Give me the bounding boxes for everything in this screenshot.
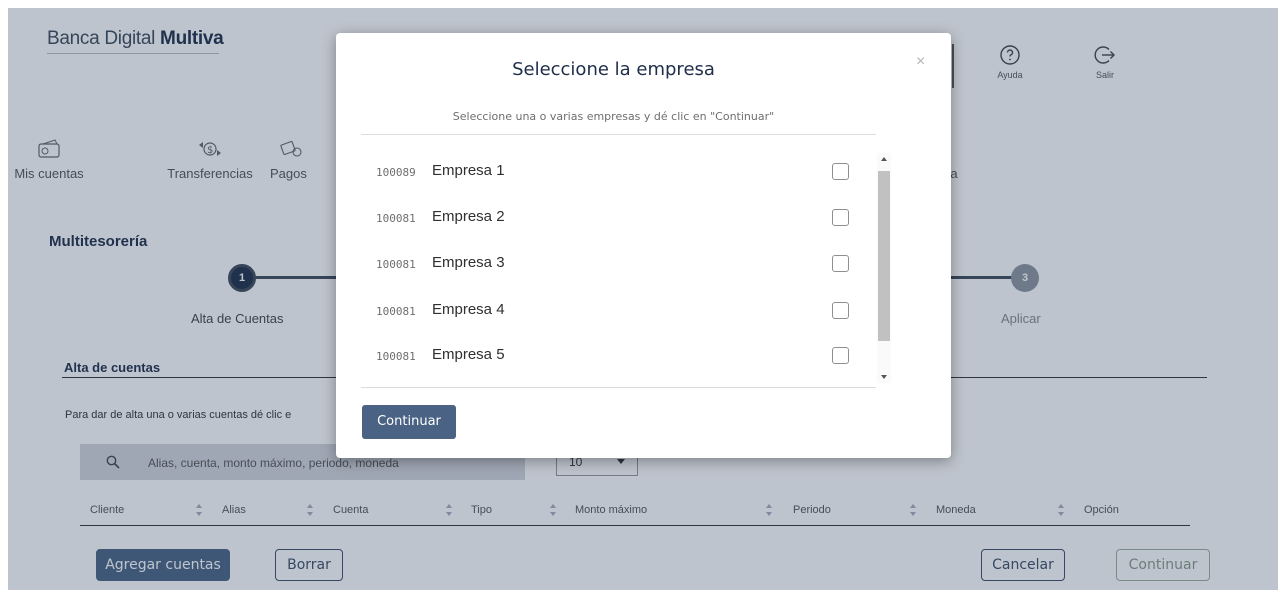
list-item[interactable]: 100081 Empresa 3 [376, 249, 866, 279]
company-code: 100089 [376, 166, 416, 179]
scrollbar-thumb[interactable] [878, 171, 890, 341]
dialog-divider [361, 134, 876, 135]
company-checkbox[interactable] [832, 347, 849, 364]
company-code: 100081 [376, 258, 416, 271]
app-window: Banca Digital Multiva Ayuda Salir Mis cu… [8, 8, 1278, 590]
scroll-up-arrow-icon[interactable] [881, 157, 887, 161]
company-code: 100081 [376, 212, 416, 225]
list-item[interactable]: 100081 Empresa 5 [376, 341, 866, 371]
close-icon[interactable]: × [916, 53, 925, 71]
dialog-subtitle: Seleccione una o varias empresas y dé cl… [452, 110, 775, 123]
company-name: Empresa 2 [432, 208, 505, 225]
select-company-dialog: Seleccione la empresa × Seleccione una o… [336, 33, 951, 458]
company-name: Empresa 3 [432, 254, 505, 271]
list-item[interactable]: 100081 Empresa 4 [376, 296, 866, 326]
company-checkbox[interactable] [832, 302, 849, 319]
company-code: 100081 [376, 305, 416, 318]
company-checkbox[interactable] [832, 255, 849, 272]
company-checkbox[interactable] [832, 209, 849, 226]
company-checkbox[interactable] [832, 163, 849, 180]
dialog-title: Seleccione la empresa [512, 59, 715, 80]
dialog-divider [361, 387, 876, 388]
scroll-down-arrow-icon[interactable] [881, 375, 887, 379]
dialog-continue-button[interactable]: Continuar [362, 405, 456, 439]
company-name: Empresa 4 [432, 301, 505, 318]
company-code: 100081 [376, 350, 416, 363]
company-name: Empresa 5 [432, 346, 505, 363]
list-item[interactable]: 100081 Empresa 2 [376, 203, 866, 233]
company-name: Empresa 1 [432, 162, 505, 179]
list-item[interactable]: 100089 Empresa 1 [376, 157, 866, 187]
